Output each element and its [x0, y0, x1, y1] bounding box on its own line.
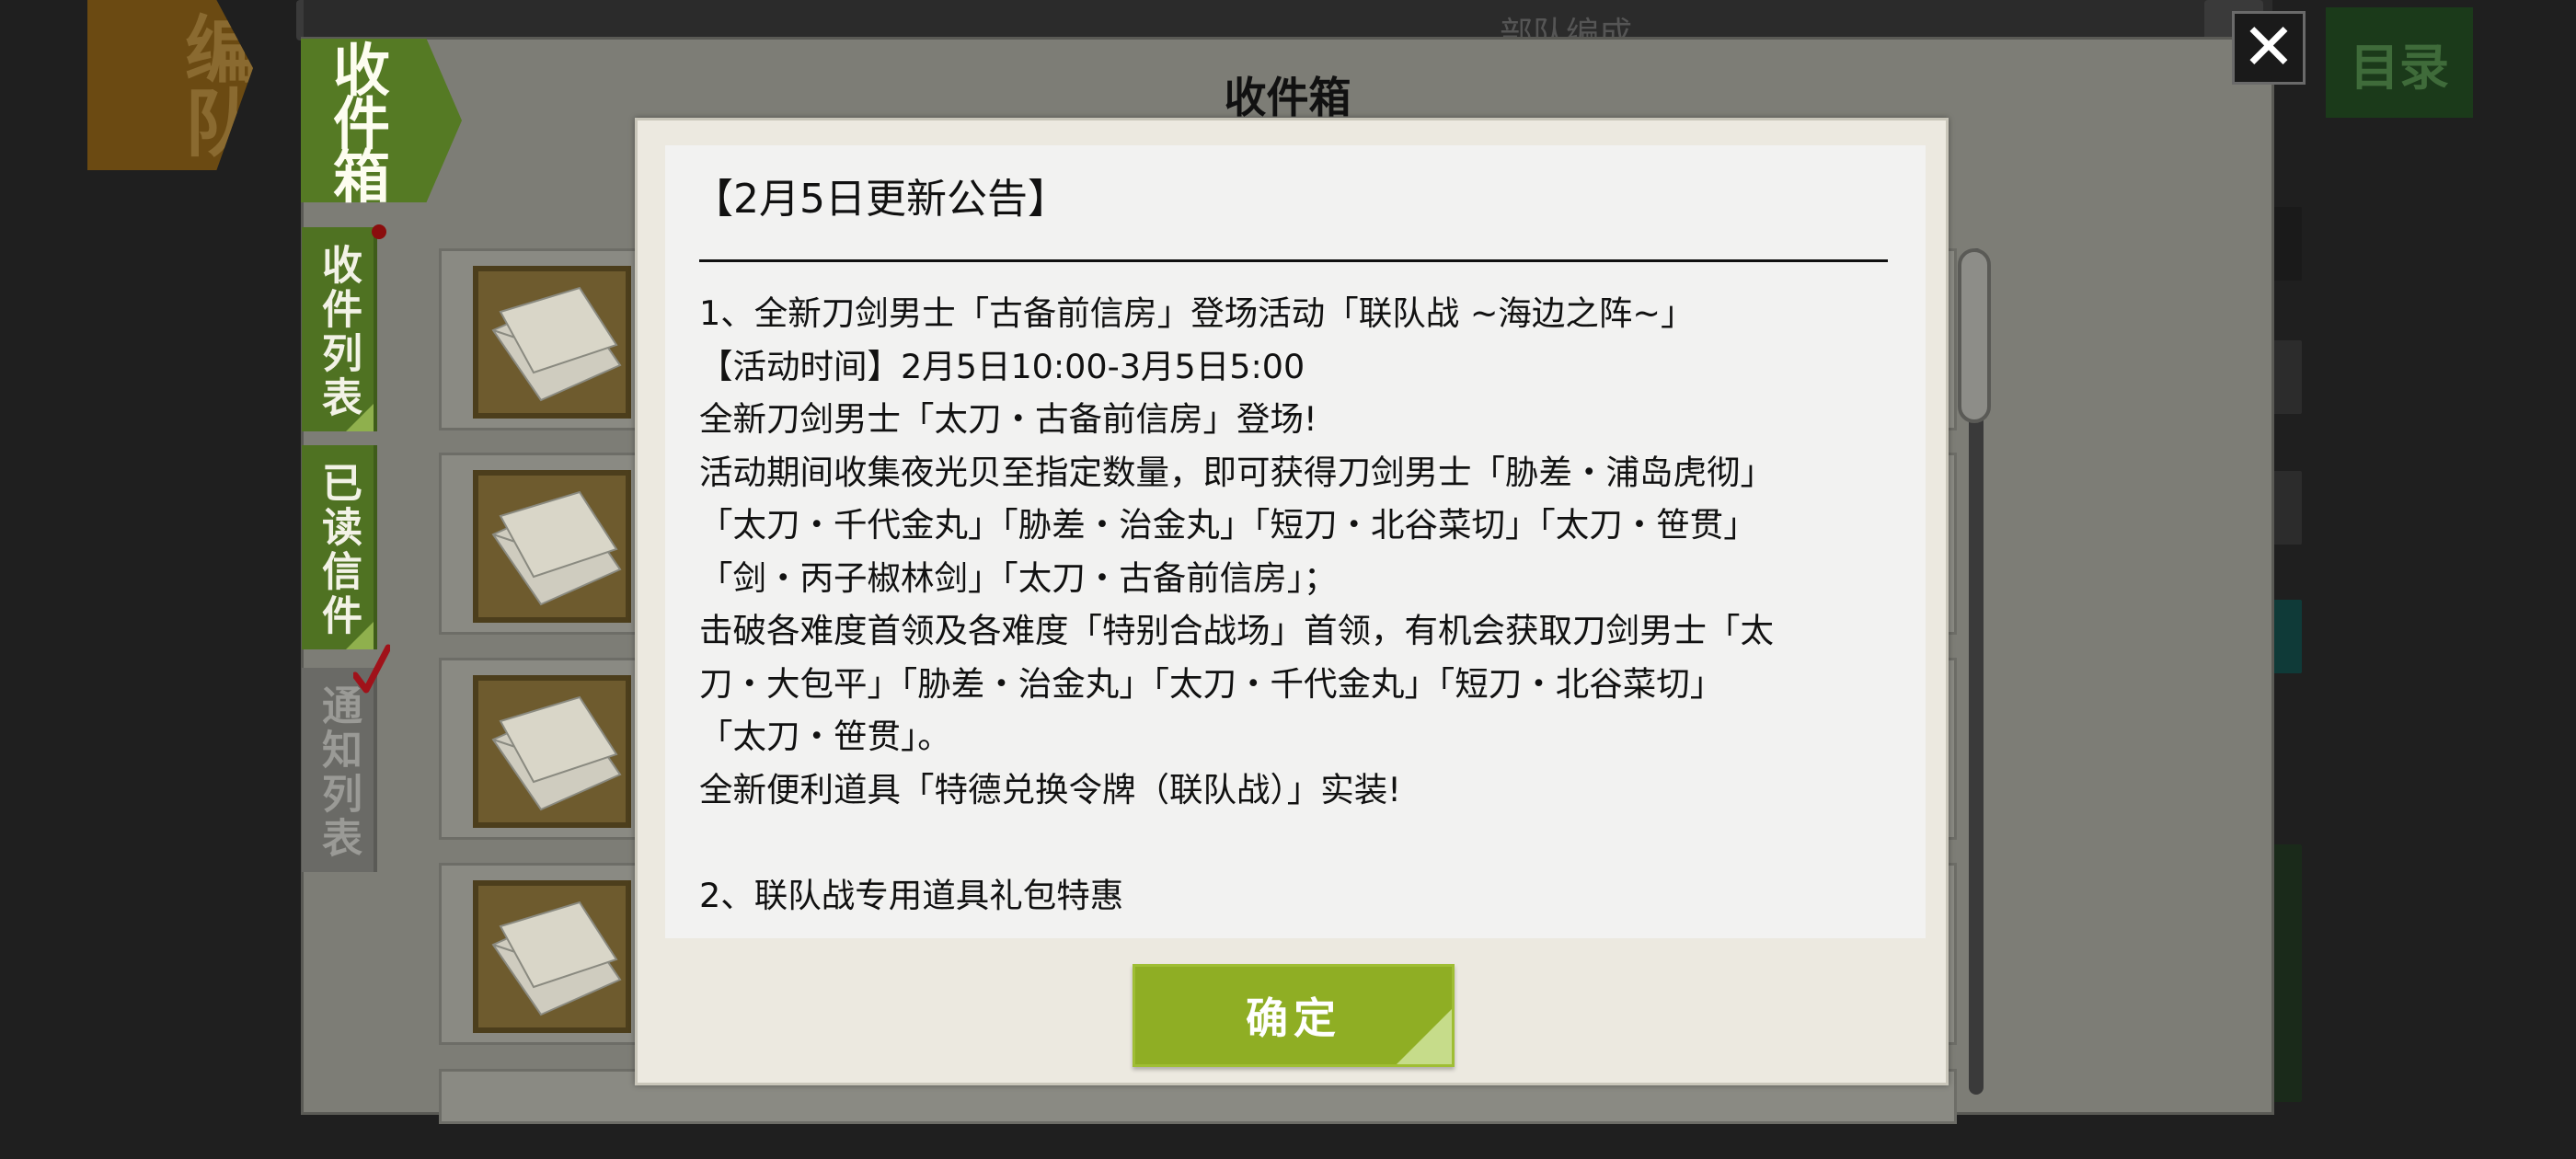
notice-line: 击破各难度首领及各难度「特别合战场」首领，有机会获取刀剑男士「太	[699, 611, 1774, 650]
tab-read-mail[interactable]: 已读信件	[302, 445, 377, 649]
bg-side-item	[2272, 600, 2302, 673]
envelope-icon	[473, 266, 631, 419]
notice-content[interactable]: 【2月5日更新公告】 1、全新刀剑男士「古备前信房」登场活动「联队战 ~海边之阵…	[665, 145, 1926, 938]
catalog-button: 目录	[2326, 7, 2473, 118]
notice-dialog: 【2月5日更新公告】 1、全新刀剑男士「古备前信房」登场活动「联队战 ~海边之阵…	[635, 118, 1949, 1085]
mailbox-title: 收件箱	[1224, 73, 1351, 122]
envelope-icon	[473, 675, 631, 828]
bg-side-item	[2272, 340, 2302, 414]
confirm-button[interactable]: 确定	[1133, 964, 1455, 1067]
divider	[699, 259, 1888, 262]
button-corner	[1397, 1009, 1452, 1064]
tab-notice-list-label: 通知列表	[315, 684, 362, 861]
bg-side-item	[2272, 844, 2302, 1102]
envelope-icon	[473, 880, 631, 1033]
check-icon	[353, 644, 390, 694]
close-icon: ✕	[2241, 9, 2296, 85]
notice-line: 「太刀・千代金丸」「胁差・治金丸」「短刀・北谷菜切」「太刀・笹贯」	[699, 505, 1757, 545]
notice-line	[699, 816, 1900, 869]
tab-corner	[346, 404, 374, 431]
close-button[interactable]: ✕	[2232, 11, 2306, 85]
unread-dot	[372, 224, 386, 239]
notice-line: 「太刀・笹贯」。	[699, 717, 951, 756]
confirm-button-label: 确定	[1246, 993, 1341, 1043]
tab-inbox-list[interactable]: 收件列表	[302, 227, 377, 431]
notice-line: 全新便利道具「特德兑换令牌（联队战）」实装!	[699, 769, 1401, 809]
mailbox-banner-label: 收件箱	[332, 37, 390, 211]
notice-line: 【活动时间】2月5日10:00-3月5日5:00	[699, 346, 1305, 386]
notice-line: 1、全新刀剑男士「古备前信房」登场活动「联队战 ~海边之阵~」	[699, 293, 1695, 333]
notice-body: 1、全新刀剑男士「古备前信房」登场活动「联队战 ~海边之阵~」 【活动时间】2月…	[699, 287, 1900, 922]
notice-line: 「剑・丙子椒林剑」「太刀・古备前信房」；	[699, 557, 1338, 598]
envelope-icon	[473, 470, 631, 623]
notice-title: 【2月5日更新公告】	[693, 176, 1068, 223]
notice-line: 活动期间收集夜光贝至指定数量，即可获得刀剑男士「胁差・浦岛虎彻」	[699, 452, 1774, 492]
bg-side-item	[2272, 471, 2302, 545]
mail-scrollbar-thumb[interactable]	[1958, 248, 1991, 423]
bg-side-item	[2272, 207, 2302, 281]
tab-notice-list[interactable]: 通知列表	[302, 668, 377, 872]
top-bar: 部队编成	[304, 0, 2272, 53]
notice-line: 2、联队战专用道具礼包特惠	[699, 875, 1124, 915]
notice-line: 刀・大包平」「胁差・治金丸」「太刀・千代金丸」「短刀・北谷菜切」	[699, 663, 1724, 704]
notice-line: 全新刀剑男士「太刀・古备前信房」登场!	[699, 399, 1317, 439]
